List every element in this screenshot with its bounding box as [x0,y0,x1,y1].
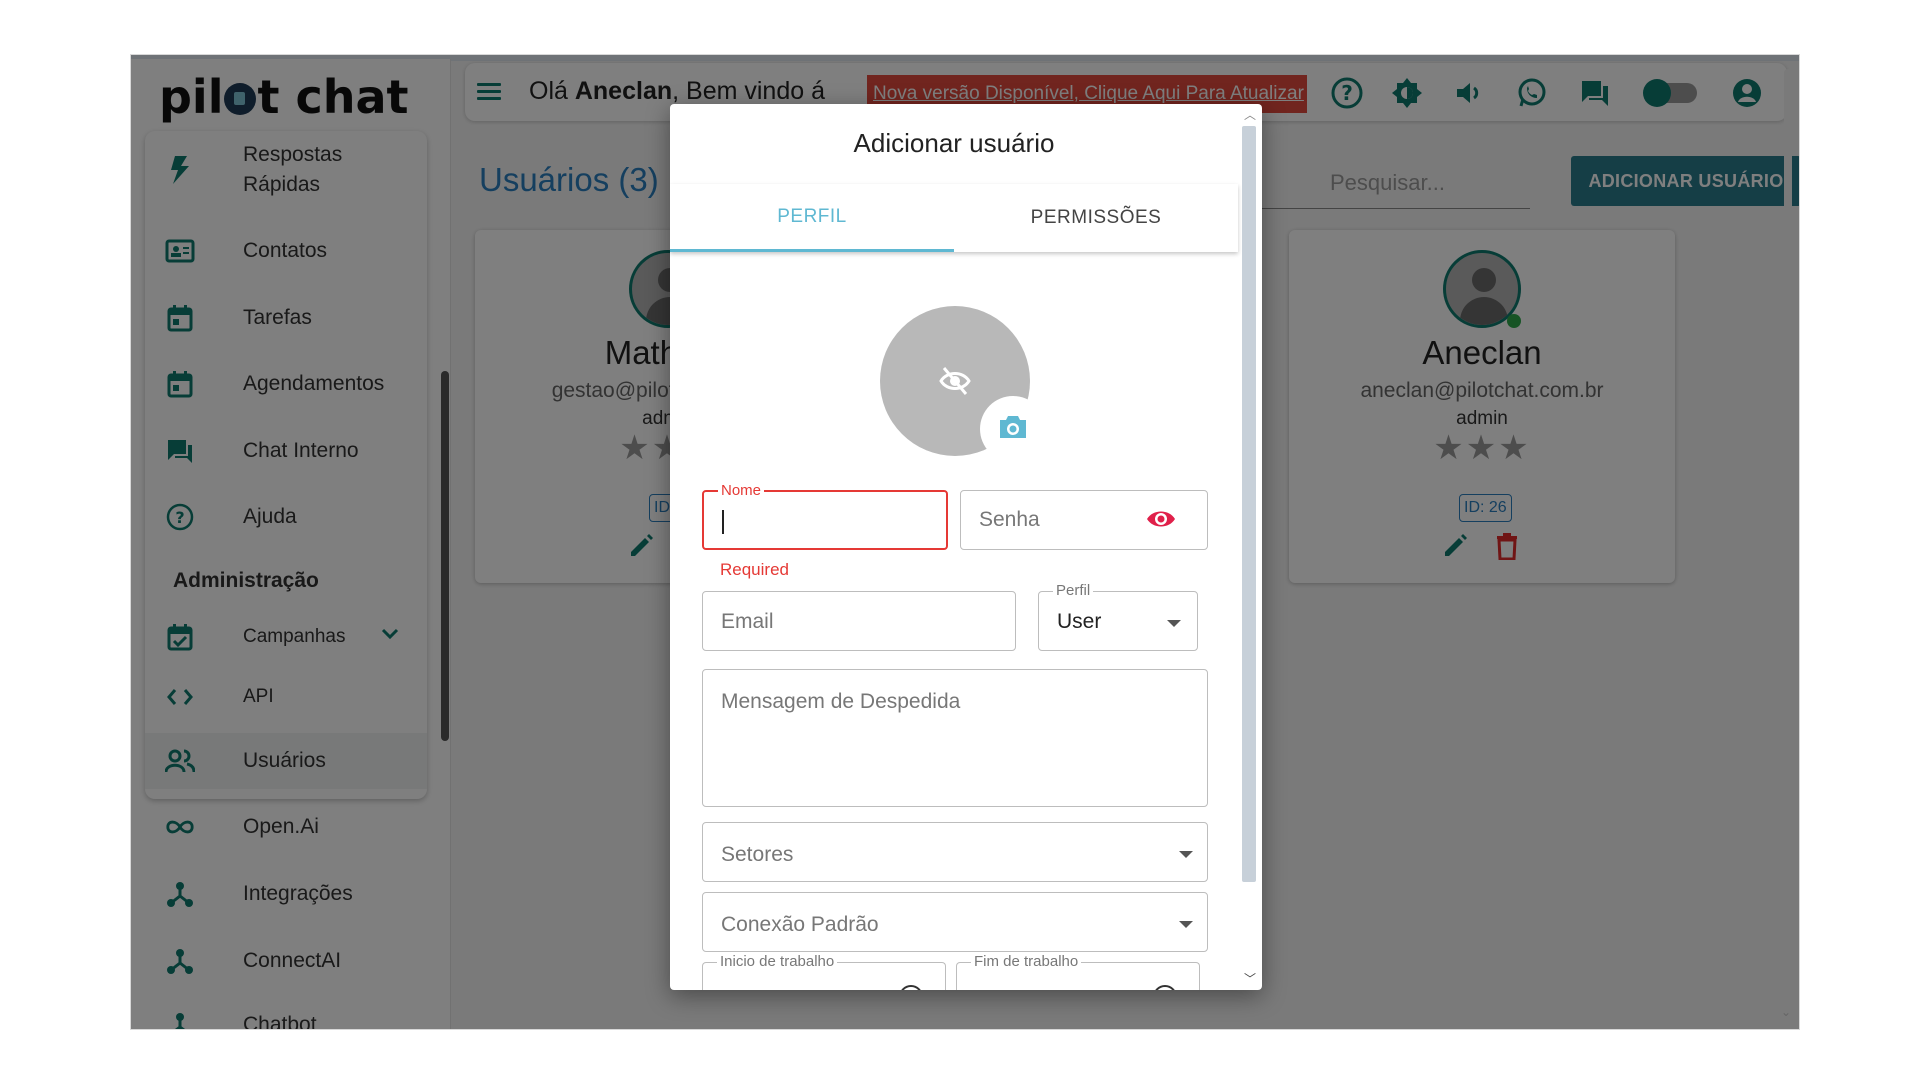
profile-select-value: User [1057,610,1102,633]
profile-select[interactable]: Perfil User [1038,583,1198,651]
work-end-time-field[interactable]: Fim de trabalho [956,954,1200,990]
name-error-text: Required [720,560,789,579]
farewell-message-placeholder: Mensagem de Despedida [721,690,961,713]
dialog-tabs: PERFIL PERMISSÕES [670,184,1238,252]
text-cursor [722,510,724,534]
tab-perfil[interactable]: PERFIL [670,184,954,252]
farewell-message-field[interactable]: Mensagem de Despedida [702,669,1208,807]
dropdown-caret-icon [1179,851,1193,858]
camera-icon [998,414,1028,445]
page-scrollbar[interactable] [1784,69,1792,969]
scroll-up-arrow-icon[interactable]: ︿ [1244,106,1256,123]
sectors-select[interactable]: Setores [702,822,1208,882]
work-start-time-field[interactable]: Inicio de trabalho [702,954,946,990]
password-placeholder: Senha [979,508,1040,531]
default-connection-select[interactable]: Conexão Padrão [702,892,1208,952]
dropdown-caret-icon [1167,620,1181,627]
eye-off-icon [938,364,972,398]
password-field[interactable]: Senha [960,490,1208,550]
name-field-label: Nome [718,483,765,499]
email-placeholder: Email [721,610,774,633]
dropdown-caret-icon [1179,921,1193,928]
camera-upload-button[interactable] [980,396,1046,462]
show-password-eye-icon[interactable] [1145,507,1177,533]
clock-icon[interactable] [899,985,923,990]
name-field[interactable]: Nome [702,483,948,550]
work-start-label: Inicio de trabalho [717,954,838,970]
default-connection-placeholder: Conexão Padrão [721,913,879,936]
add-user-dialog: Adicionar usuário PERFIL PERMISSÕES ︿ ﹀ … [670,104,1262,990]
sectors-placeholder: Setores [721,843,794,866]
scroll-down-arrow-icon[interactable]: ﹀ [1244,970,1256,987]
work-end-label: Fim de trabalho [971,954,1082,970]
scroll-down-arrow-icon[interactable]: ⌄ [1781,1005,1791,1019]
tab-permissoes[interactable]: PERMISSÕES [954,184,1238,252]
dialog-scrollbar[interactable] [1242,126,1256,882]
clock-icon[interactable] [1153,985,1177,990]
dialog-title: Adicionar usuário [853,128,1055,158]
email-field[interactable]: Email [702,591,1016,651]
profile-select-label: Perfil [1053,583,1094,599]
